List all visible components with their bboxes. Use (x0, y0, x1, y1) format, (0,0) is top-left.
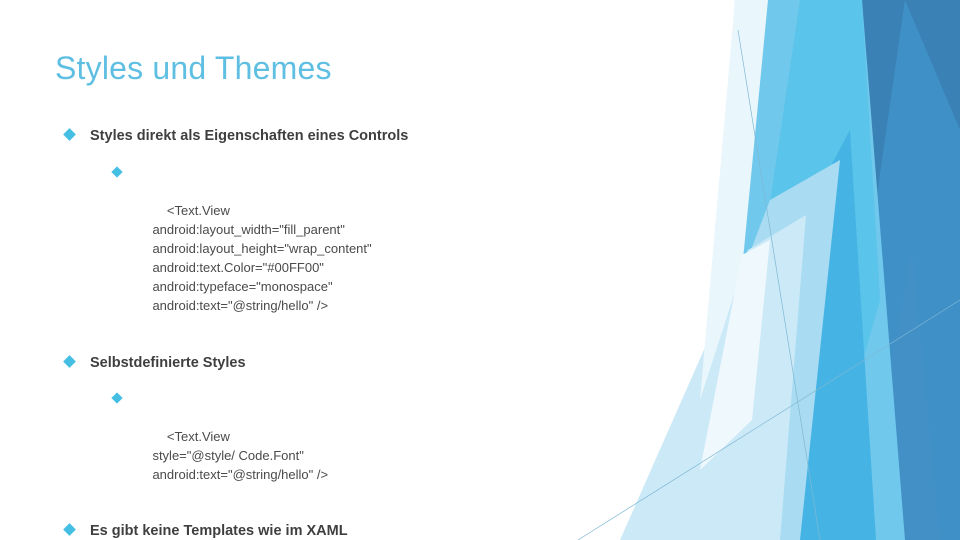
bullet-list: Styles direkt als Eigenschaften eines Co… (55, 126, 595, 540)
deco-shape-cyan-lower (800, 330, 960, 540)
deco-shape-cyan-bottom (770, 220, 960, 540)
deco-hairline-upper (737, 29, 821, 540)
bullet-label: Selbstdefinierte Styles (90, 355, 246, 371)
deco-shape-mid-blue (862, 0, 960, 540)
code-block-textview-properties: <Text.View android:layout_width="fill_pa… (55, 163, 595, 334)
diamond-bullet-icon (111, 166, 123, 178)
bullet-item-keine-templates: Es gibt keine Templates wie im XAML (55, 521, 595, 540)
bullet-item-selbstdefinierte-styles: Selbstdefinierte Styles (55, 353, 595, 373)
bullet-label: Styles direkt als Eigenschaften eines Co… (90, 128, 409, 144)
deco-shape-mid-blue-2 (860, 250, 940, 540)
slide-canvas: Styles und Themes Styles direkt als Eige… (0, 0, 960, 540)
deco-shape-steel (800, 0, 960, 540)
deco-shape-pale-1 (700, 0, 768, 400)
bullet-label: Es gibt keine Templates wie im XAML (90, 523, 348, 539)
deco-shape-pale-2 (620, 215, 806, 540)
page-title: Styles und Themes (55, 50, 332, 86)
deco-shape-dark-right (790, 0, 960, 540)
deco-shape-pale-3 (640, 160, 840, 540)
bullet-item-styles-direkt: Styles direkt als Eigenschaften eines Co… (55, 126, 595, 146)
code-text: <Text.View android:layout_width="fill_pa… (152, 203, 372, 313)
diamond-bullet-icon (63, 355, 76, 368)
diamond-bullet-icon (63, 128, 76, 141)
deco-shape-sky-blue-2 (690, 130, 876, 540)
deco-shape-sky-blue (720, 0, 880, 540)
deco-shape-light-blue (700, 0, 905, 540)
code-text: <Text.View style="@style/ Code.Font" and… (152, 429, 329, 482)
deco-shape-pale-1b (700, 240, 770, 470)
slide-content: Styles und Themes Styles direkt als Eige… (0, 0, 620, 540)
deco-hairline-lower (577, 299, 960, 540)
diamond-bullet-icon (63, 523, 76, 536)
code-block-textview-style: <Text.View style="@style/ Code.Font" and… (55, 389, 595, 503)
diamond-bullet-icon (111, 392, 123, 404)
